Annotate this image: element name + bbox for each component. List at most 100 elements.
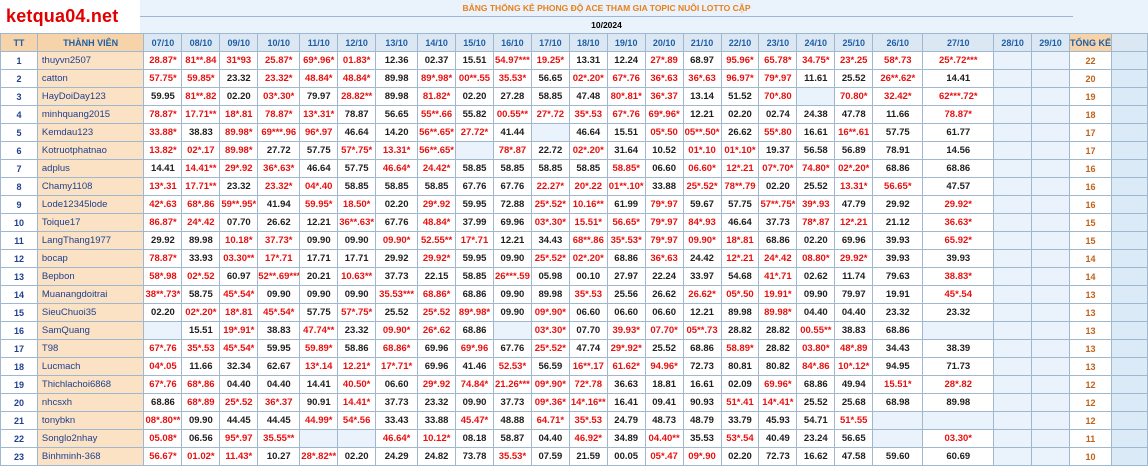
member-name[interactable]: bocap (36, 249, 145, 268)
member-name[interactable]: SieuChuoi35 (36, 303, 145, 322)
result-cell: 09.90 (257, 285, 301, 304)
result-cell (530, 123, 570, 142)
header-date: 18/10 (568, 33, 608, 52)
result-cell: 79*.97 (758, 69, 798, 88)
member-name[interactable]: adplus (36, 159, 145, 178)
member-name[interactable]: Lode12345lode (36, 195, 145, 214)
result-cell: 37.73* (257, 231, 301, 250)
member-name[interactable]: LangThang1977 (36, 231, 145, 250)
result-cell: 79.63 (872, 267, 924, 286)
result-cell: 06.60 (644, 303, 684, 322)
row-index: 18 (0, 357, 38, 376)
result-cell: 57*.75* (337, 303, 377, 322)
result-cell: 16.61 (796, 123, 836, 142)
result-cell: 26***.59 (492, 267, 532, 286)
result-cell: 55*.80 (758, 123, 798, 142)
member-name[interactable]: SamQuang (36, 321, 145, 340)
member-name[interactable]: Kemdau123 (36, 123, 145, 142)
result-cell: 79*.97 (644, 231, 684, 250)
result-cell: 58.85 (455, 159, 494, 178)
member-name[interactable]: Muanangdoitrai (36, 285, 145, 304)
member-name[interactable]: minhquang2015 (36, 105, 145, 124)
result-cell: 56.65* (606, 213, 646, 232)
result-cell (993, 231, 1033, 250)
result-cell (1031, 51, 1070, 70)
member-name[interactable]: Bepbon (36, 267, 145, 286)
member-name[interactable]: T98 (36, 339, 145, 358)
result-cell (1031, 87, 1070, 106)
result-cell (993, 267, 1033, 286)
result-cell: 79.97 (299, 87, 339, 106)
result-cell (1031, 69, 1070, 88)
member-name[interactable]: Lucmach (36, 357, 145, 376)
table-row: 20 nhcsxh 68.86 68*.89 25*.52 36*.37 90.91 14.4… (0, 393, 1148, 412)
result-cell: 12.24 (606, 51, 646, 70)
result-cell: 10*.12* (834, 357, 874, 376)
result-cell: 69.96 (834, 231, 874, 250)
result-cell: 89.98* (219, 141, 259, 160)
result-cell: 06.60* (682, 159, 722, 178)
result-cell: 67*.76 (143, 339, 183, 358)
result-cell: 73.78 (455, 447, 494, 466)
header-date: 23/10 (758, 33, 798, 52)
result-cell: 02*.20* (834, 159, 874, 178)
member-name[interactable]: tonybkn (36, 411, 145, 430)
result-cell: 58*.98 (143, 267, 183, 286)
result-cell: 47.57 (922, 177, 995, 196)
member-name[interactable]: Kotruotphatnao (36, 141, 145, 160)
result-cell: 41.94 (257, 195, 301, 214)
result-cell: 10.16** (568, 195, 608, 214)
member-name[interactable]: thuyvn2507 (36, 51, 145, 70)
result-cell: 56.65 (375, 105, 419, 124)
result-cell: 78*.87 (492, 141, 532, 160)
result-cell: 07.70* (644, 321, 684, 340)
result-cell: 09.90 (492, 249, 532, 268)
result-cell: 14.41 (922, 69, 995, 88)
result-cell: 17*.71* (375, 357, 419, 376)
result-cell: 35*.53 (568, 285, 608, 304)
result-cell: 39.93 (872, 231, 924, 250)
member-name[interactable]: Binhminh-368 (36, 447, 145, 466)
result-cell: 59.95 (455, 249, 494, 268)
result-cell: 25*.72*** (922, 51, 995, 70)
result-cell: 17.71** (181, 105, 221, 124)
member-name[interactable]: Chamy1108 (36, 177, 145, 196)
result-cell: 68.97 (682, 51, 722, 70)
site-logo[interactable]: ketqua04.net (0, 0, 140, 33)
result-cell: 59.67 (682, 195, 722, 214)
result-cell: 69.96 (417, 357, 457, 376)
result-cell: 22.15 (417, 267, 457, 286)
result-cell: 52.55** (417, 231, 457, 250)
result-cell: 26.62 (720, 123, 760, 142)
member-name[interactable]: catton (36, 69, 145, 88)
table-row: 8 Chamy1108 13*.31 17.71** 23.32 23.32* 04*.40… (0, 177, 1148, 196)
result-cell: 23*.25 (834, 51, 874, 70)
row-index: 19 (0, 375, 38, 394)
table-row: 2 catton 57.75* 59.85* 23.32 23.32* 48.84* 48.8… (0, 69, 1148, 88)
result-cell: 34.43 (872, 339, 924, 358)
result-cell: 23.32 (872, 303, 924, 322)
result-cell: 21.59 (568, 447, 608, 466)
member-name[interactable]: Songlo2nhay (36, 429, 145, 448)
extra-cell (1110, 303, 1148, 322)
extra-cell (1110, 357, 1148, 376)
result-cell: 00**.55 (455, 69, 494, 88)
member-name[interactable]: Toique17 (36, 213, 145, 232)
extra-cell (1110, 393, 1148, 412)
result-cell: 44.45 (257, 411, 301, 430)
result-cell: 58.85 (417, 177, 457, 196)
result-cell: 58.89* (720, 339, 760, 358)
member-name[interactable]: HayDoiDay123 (36, 87, 145, 106)
result-cell: 58*.73 (872, 51, 924, 70)
result-cell: 35.53*** (375, 285, 419, 304)
member-name[interactable]: Thichlachoi6868 (36, 375, 145, 394)
result-cell: 25.87* (257, 51, 301, 70)
result-cell: 56**.65* (417, 123, 457, 142)
result-cell (1031, 339, 1070, 358)
result-cell: 12.21 (682, 303, 722, 322)
member-name[interactable]: nhcsxh (36, 393, 145, 412)
result-cell: 13.14 (682, 87, 722, 106)
result-cell: 52**.69*** (257, 267, 301, 286)
result-cell (922, 321, 995, 340)
result-cell: 25.52 (644, 339, 684, 358)
